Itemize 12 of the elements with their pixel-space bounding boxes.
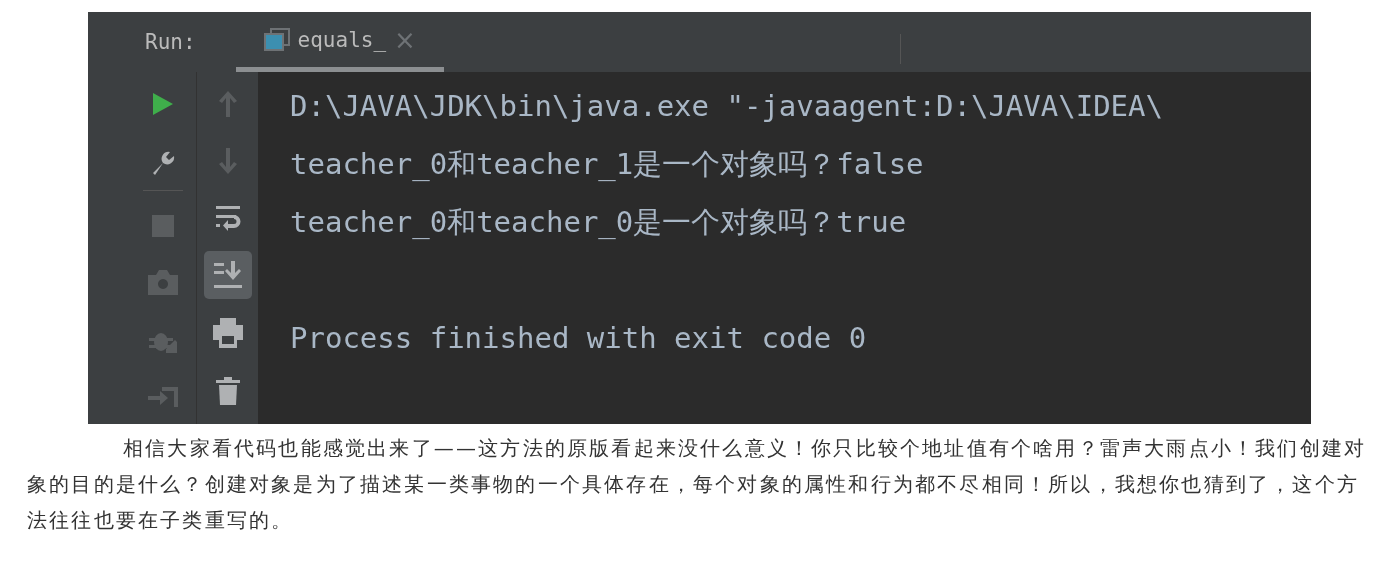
run-icon[interactable] [152,92,174,116]
console-line: teacher_0和teacher_0是一个对象吗？true [290,205,907,239]
console-line: teacher_0和teacher_1是一个对象吗？false [290,147,924,181]
trash-icon[interactable] [215,377,240,405]
scroll-to-end-icon[interactable] [203,251,252,299]
console-line: D:\JAVA\JDK\bin\java.exe "-javaagent:D:\JAVA\IDEA\ [290,89,1163,123]
console-icon [263,27,290,52]
soft-wrap-icon[interactable] [213,204,242,232]
run-label: Run: [145,30,196,54]
exit-message: Process finished with exit code 0 [290,321,867,355]
print-icon[interactable] [212,318,243,348]
article-paragraph: 相信大家看代码也能感觉出来了——这方法的原版看起来没什么意义！你只比较个地址值有个啥用？雷声大雨点小！我们创建对象的目的是什么？创建对象是为了描述某一类事物的一个具体存在，每个对象的属性和行为都不尽相同！所以，我想你也猜到了，这个方法往往也要在子类重写的。 [27,435,1368,534]
